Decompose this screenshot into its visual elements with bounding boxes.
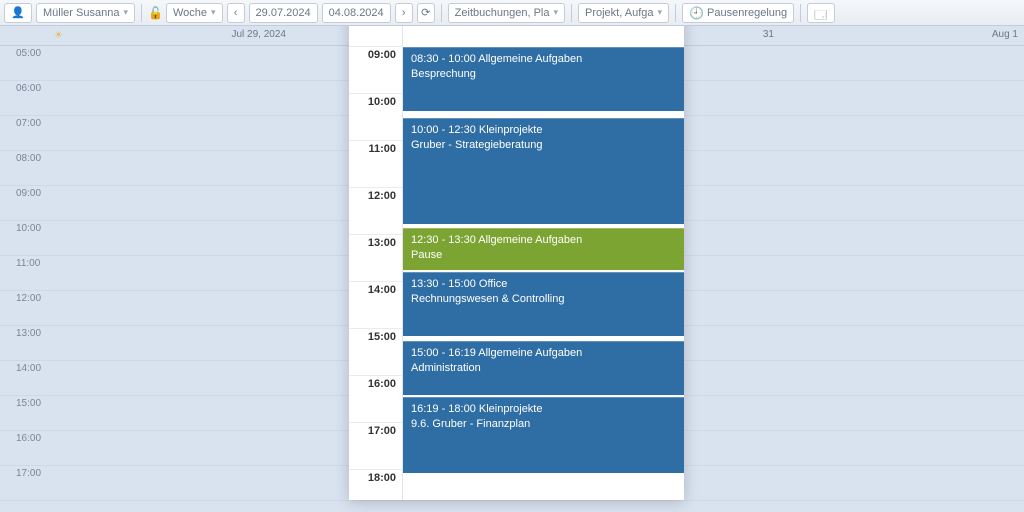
user-name: Müller Susanna [43, 7, 119, 19]
day-detail-popup: 08:0009:0010:0011:0012:0013:0014:0015:00… [349, 0, 684, 500]
window-icon [814, 6, 828, 20]
hour-label: 17:00 [16, 468, 41, 479]
event-subtitle: Administration [411, 361, 676, 376]
calendar-event[interactable]: 12:30 - 13:30 Allgemeine AufgabenPause [403, 228, 684, 270]
chevron-down-icon: ▾ [553, 7, 558, 18]
separator [441, 4, 442, 22]
pause-rule-button[interactable]: Pausenregelung [682, 3, 794, 23]
unlock-icon[interactable] [148, 6, 162, 20]
toolbar: Müller Susanna ▾ Woche ▾ ‹ 29.07.2024 04… [0, 0, 1024, 26]
popup-hour-row: 09:00 [349, 47, 402, 94]
hour-label: 12:00 [16, 293, 41, 304]
filter-bookings[interactable]: Zeitbuchungen, Pla ▾ [448, 3, 565, 23]
date-to[interactable]: 04.08.2024 [322, 3, 391, 23]
separator [675, 4, 676, 22]
view-select[interactable]: Woche ▾ [166, 3, 223, 23]
popup-hour-row: 12:00 [349, 188, 402, 235]
calendar-event[interactable]: 08:30 - 10:00 Allgemeine AufgabenBesprec… [403, 47, 684, 111]
popup-hour-label: 16:00 [368, 378, 396, 390]
popup-hour-row: 17:00 [349, 423, 402, 470]
event-time-title: 08:30 - 10:00 Allgemeine Aufgaben [411, 52, 676, 67]
popup-hour-row: 18:00 [349, 470, 402, 500]
hour-label: 14:00 [16, 363, 41, 374]
event-time-title: 15:00 - 16:19 Allgemeine Aufgaben [411, 346, 676, 361]
next-week-button[interactable]: › [395, 3, 413, 23]
calendar-event[interactable]: 10:00 - 12:30 KleinprojekteGruber - Stra… [403, 118, 684, 224]
user-select[interactable]: Müller Susanna ▾ [36, 3, 135, 23]
event-subtitle: Besprechung [411, 67, 676, 82]
sun-icon: ☀ [54, 30, 63, 41]
popup-event-area[interactable]: 08:30 - 10:00 Allgemeine AufgabenBesprec… [403, 0, 684, 500]
hour-label: 06:00 [16, 83, 41, 94]
person-icon [11, 6, 25, 20]
hour-label: 16:00 [16, 433, 41, 444]
view-label: Woche [173, 7, 207, 19]
prev-week-button[interactable]: ‹ [227, 3, 245, 23]
popup-hour-label: 09:00 [368, 49, 396, 61]
separator [800, 4, 801, 22]
event-time-title: 10:00 - 12:30 Kleinprojekte [411, 123, 676, 138]
day-col-4[interactable]: Aug 1☀ [780, 26, 1024, 45]
popup-hour-gutter: 08:0009:0010:0011:0012:0013:0014:0015:00… [349, 0, 403, 500]
popup-hour-row: 10:00 [349, 94, 402, 141]
event-subtitle: Gruber - Strategieberatung [411, 138, 676, 153]
hour-label: 15:00 [16, 398, 41, 409]
popup-hour-row: 13:00 [349, 235, 402, 282]
hour-label: 09:00 [16, 188, 41, 199]
event-subtitle: Pause [411, 248, 676, 263]
filter-project[interactable]: Projekt, Aufga ▾ [578, 3, 669, 23]
separator [571, 4, 572, 22]
hour-label: 13:00 [16, 328, 41, 339]
chevron-down-icon: ▾ [211, 7, 216, 18]
calendar-event[interactable]: 13:30 - 15:00 OfficeRechnungswesen & Con… [403, 272, 684, 336]
popup-hour-row: 11:00 [349, 141, 402, 188]
day-col-1[interactable]: ☀Jul 29, 2024 [48, 26, 292, 45]
popup-hour-row: 15:00 [349, 329, 402, 376]
event-time-title: 16:19 - 18:00 Kleinprojekte [411, 402, 676, 417]
popup-hour-label: 11:00 [368, 143, 396, 155]
popup-hour-label: 12:00 [368, 190, 396, 202]
user-icon-button[interactable] [4, 3, 32, 23]
popup-hour-label: 14:00 [368, 284, 396, 296]
hour-label: 10:00 [16, 223, 41, 234]
layout-button[interactable] [807, 3, 835, 23]
hour-label: 11:00 [16, 258, 40, 269]
event-time-title: 13:30 - 15:00 Office [411, 277, 676, 292]
popup-hour-label: 10:00 [368, 96, 396, 108]
hour-label: 07:00 [16, 118, 41, 129]
popup-hour-row: 14:00 [349, 282, 402, 329]
event-subtitle: Rechnungswesen & Controlling [411, 292, 676, 307]
date-from[interactable]: 29.07.2024 [249, 3, 318, 23]
separator [141, 4, 142, 22]
popup-hour-label: 18:00 [368, 472, 396, 484]
clock-icon [689, 6, 703, 20]
popup-hour-label: 17:00 [368, 425, 396, 437]
popup-hour-row: 16:00 [349, 376, 402, 423]
calendar-event[interactable]: 15:00 - 16:19 Allgemeine AufgabenAdminis… [403, 341, 684, 395]
popup-hour-label: 13:00 [368, 237, 396, 249]
refresh-button[interactable]: ⟳ [417, 3, 435, 23]
event-subtitle: 9.6. Gruber - Finanzplan [411, 417, 676, 432]
chevron-down-icon: ▾ [123, 7, 128, 18]
event-time-title: 12:30 - 13:30 Allgemeine Aufgaben [411, 233, 676, 248]
chevron-down-icon: ▾ [658, 7, 663, 18]
calendar-event[interactable]: 16:19 - 18:00 Kleinprojekte9.6. Gruber -… [403, 397, 684, 473]
hour-label: 05:00 [16, 48, 41, 59]
popup-hour-label: 15:00 [368, 331, 396, 343]
hour-label: 08:00 [16, 153, 41, 164]
